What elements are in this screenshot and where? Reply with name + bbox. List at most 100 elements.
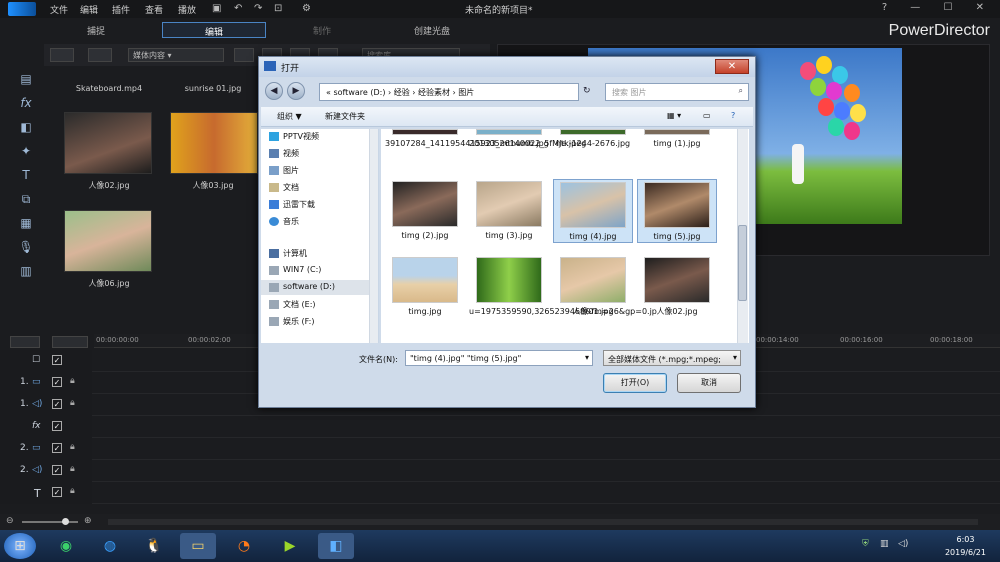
nav-item[interactable]: 文档 — [283, 182, 299, 193]
storyboard-view-button[interactable] — [52, 336, 88, 348]
nav-item[interactable]: 计算机 — [283, 248, 307, 259]
file-item[interactable]: timg (1).jpg — [637, 129, 717, 149]
filetype-select[interactable]: 全部媒体文件 (*.mpg;*.mpeg; ▾ — [603, 350, 741, 366]
menu-edit[interactable]: 编辑 — [80, 3, 98, 16]
voice-over-icon[interactable]: 🎙 — [18, 240, 34, 256]
chevron-down-icon[interactable]: ▾ — [585, 353, 589, 362]
nav-item[interactable]: 文档 (E:) — [283, 299, 316, 310]
powerdirector-task-icon[interactable]: ◧ — [318, 533, 354, 559]
file-item[interactable]: timg (2).jpg — [385, 181, 465, 241]
file-item[interactable]: timg (3).jpg — [469, 181, 549, 241]
tab-create-disc[interactable]: 创建光盘 — [380, 22, 484, 38]
lock-icon[interactable]: 🔒︎ — [70, 376, 75, 386]
clock[interactable]: 6:03 2019/6/21 — [945, 533, 986, 559]
fit-icon[interactable]: ⊡ — [274, 3, 282, 14]
back-button[interactable]: ◀ — [265, 82, 283, 100]
firefox-icon[interactable]: ◔ — [226, 533, 262, 559]
file-item[interactable]: 20130526140022_5fMJe.jpeg — [469, 129, 586, 149]
select-all-icon[interactable]: ☐ — [32, 355, 40, 365]
lock-icon[interactable]: 🔒︎ — [70, 486, 75, 496]
media-room-icon[interactable]: ▤ — [18, 72, 34, 88]
open-button[interactable]: 打开(O) — [603, 373, 667, 393]
file-item[interactable]: 39107284_1411954415923_mthumb.jpg — [385, 129, 549, 149]
start-button[interactable]: ⊞ — [4, 533, 36, 559]
undo-icon[interactable]: ↶ — [234, 3, 242, 14]
file-item-selected[interactable]: timg (5).jpg — [637, 179, 717, 243]
shield-icon[interactable]: ⛨ — [862, 539, 869, 549]
network-icon[interactable]: ▥ — [880, 539, 889, 549]
app-360-icon[interactable]: ◉ — [48, 533, 84, 559]
nav-item[interactable]: 娱乐 (F:) — [283, 316, 314, 327]
track-enable-checkbox[interactable]: ✓ — [52, 443, 62, 453]
nav-item[interactable]: 图片 — [283, 165, 299, 176]
track-enable-checkbox[interactable]: ✓ — [52, 355, 62, 365]
fx-room-icon[interactable]: fx — [18, 96, 34, 112]
nav-scrollbar[interactable] — [369, 129, 378, 343]
nav-item[interactable]: 视频 — [283, 148, 299, 159]
menu-view[interactable]: 查看 — [145, 3, 163, 16]
volume-icon[interactable]: ◁) — [898, 539, 908, 549]
track-enable-checkbox[interactable]: ✓ — [52, 487, 62, 497]
address-bar[interactable]: « software (D:) › 经验 › 经验素材 › 图片 — [319, 83, 579, 101]
zoom-in-icon[interactable]: ⊕ — [84, 516, 92, 526]
nav-item[interactable]: 迅雷下载 — [283, 199, 315, 210]
lock-icon[interactable]: 🔒︎ — [70, 442, 75, 452]
timeline-view-button[interactable] — [10, 336, 40, 348]
title-room-icon[interactable]: T — [18, 168, 34, 184]
menu-plugins[interactable]: 插件 — [112, 3, 130, 16]
transition-room-icon[interactable]: ⧉ — [18, 192, 34, 208]
lock-icon[interactable]: 🔒︎ — [70, 464, 75, 474]
new-folder-button[interactable]: 新建文件夹 — [325, 111, 365, 122]
view-grid-button[interactable] — [234, 48, 254, 62]
close-button[interactable]: ✕ — [715, 59, 749, 74]
timeline-scrollbar[interactable] — [108, 519, 978, 525]
settings-icon[interactable]: ⚙ — [302, 3, 311, 14]
explorer-icon[interactable]: ▭ — [180, 533, 216, 559]
window-controls[interactable]: ? — ☐ ✕ — [882, 2, 994, 13]
pptv-icon[interactable]: ▶ — [272, 533, 308, 559]
search-input[interactable]: 搜索 图片 ⌕ — [605, 83, 749, 101]
track-enable-checkbox[interactable]: ✓ — [52, 465, 62, 475]
view-options-icon[interactable]: ▦ ▾ — [667, 111, 681, 120]
track-enable-checkbox[interactable]: ✓ — [52, 421, 62, 431]
zoom-out-icon[interactable]: ⊖ — [6, 516, 14, 526]
nav-item[interactable]: 音乐 — [283, 216, 299, 227]
media-filter-select[interactable]: 媒体内容 ▾ — [128, 48, 224, 62]
file-item[interactable]: timg.jpg — [385, 257, 465, 317]
library-thumb[interactable] — [64, 112, 152, 174]
library-thumb[interactable] — [170, 112, 258, 174]
track-enable-checkbox[interactable]: ✓ — [52, 399, 62, 409]
plugin-button[interactable] — [88, 48, 112, 62]
menu-file[interactable]: 文件 — [50, 3, 68, 16]
browser-icon[interactable]: ◍ — [92, 533, 128, 559]
lock-icon[interactable]: 🔒︎ — [70, 398, 75, 408]
file-item[interactable]: ntk-1244-2676.jpg — [553, 129, 633, 149]
nav-item[interactable]: software (D:) — [283, 282, 335, 291]
forward-button[interactable]: ▶ — [287, 82, 305, 100]
file-item-selected[interactable]: timg (4).jpg — [553, 179, 633, 243]
zoom-slider-handle[interactable] — [62, 518, 69, 525]
preview-pane-icon[interactable]: ▭ — [703, 111, 711, 120]
nav-item[interactable]: WIN7 (C:) — [283, 265, 321, 274]
tab-capture[interactable]: 捕捉 — [44, 22, 148, 38]
library-thumb[interactable] — [64, 210, 152, 272]
menu-play[interactable]: 播放 — [178, 3, 196, 16]
audio-mixer-icon[interactable]: ▦ — [18, 216, 34, 232]
organize-button[interactable]: 组织 ▼ — [277, 111, 302, 122]
tab-produce[interactable]: 制作 — [270, 22, 374, 38]
dialog-titlebar[interactable]: 打开 ✕ — [259, 57, 755, 77]
cancel-button[interactable]: 取消 — [677, 373, 741, 393]
import-media-button[interactable] — [50, 48, 74, 62]
save-icon[interactable]: ▣ — [212, 3, 221, 14]
refresh-icon[interactable]: ↻ — [583, 86, 591, 96]
zoom-slider[interactable] — [22, 521, 78, 523]
file-item[interactable]: u=1975359590,3265239468&fm=26&gp=0.jp — [469, 257, 657, 317]
chapter-room-icon[interactable]: ▥ — [18, 264, 34, 280]
particle-room-icon[interactable]: ✦ — [18, 144, 34, 160]
tab-edit[interactable]: 编辑 — [162, 22, 266, 38]
help-icon[interactable]: ? — [731, 111, 735, 120]
redo-icon[interactable]: ↷ — [254, 3, 262, 14]
track-enable-checkbox[interactable]: ✓ — [52, 377, 62, 387]
file-item[interactable]: 人像01.jpg — [553, 257, 633, 317]
filename-input[interactable]: "timg (4).jpg" "timg (5).jpg" ▾ — [405, 350, 593, 366]
